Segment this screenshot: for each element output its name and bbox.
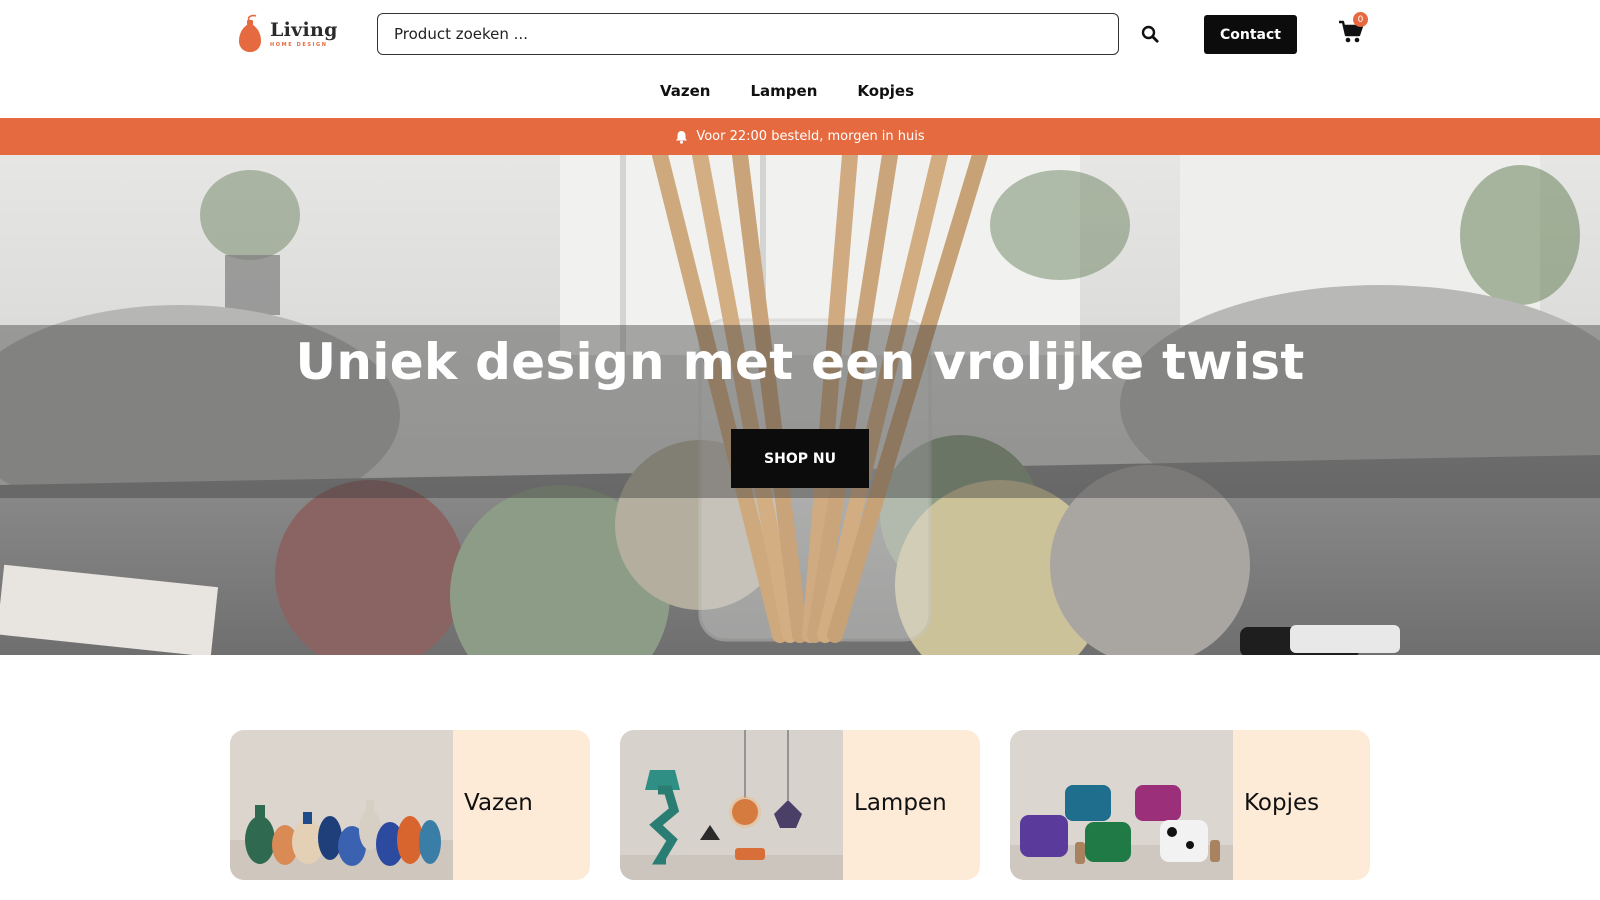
announcement-text: Voor 22:00 besteld, morgen in huis xyxy=(696,129,925,144)
nav-item-lampen[interactable]: Lampen xyxy=(750,82,817,100)
category-card-vazen[interactable]: Vazen xyxy=(230,730,590,880)
search-input[interactable] xyxy=(377,13,1119,55)
cups-photo xyxy=(1010,730,1233,880)
bell-icon xyxy=(675,130,688,144)
site-logo[interactable]: Living HOME DESIGN xyxy=(236,14,348,54)
site-header: Living HOME DESIGN Contact 0 Vazen Lampe… xyxy=(0,0,1600,118)
nav-item-vazen[interactable]: Vazen xyxy=(660,82,711,100)
category-label-lampen: Lampen xyxy=(854,790,947,816)
nav-item-kopjes[interactable]: Kopjes xyxy=(857,82,914,100)
search-button[interactable] xyxy=(1138,22,1162,46)
announcement-bar: Voor 22:00 besteld, morgen in huis xyxy=(0,118,1600,155)
category-label-kopjes: Kopjes xyxy=(1244,790,1320,816)
logo-text: Living HOME DESIGN xyxy=(270,18,338,48)
logo-subtitle: HOME DESIGN xyxy=(270,41,328,48)
vase-logo-icon xyxy=(239,14,261,52)
hero-title: Uniek design met een vrolijke twist xyxy=(295,333,1305,391)
shop-now-button[interactable]: SHOP NU xyxy=(731,429,869,488)
category-card-lampen[interactable]: Lampen xyxy=(620,730,980,880)
category-cards: Vazen Lampen Kopjes xyxy=(230,730,1370,880)
search-icon xyxy=(1141,25,1159,43)
category-label-vazen: Vazen xyxy=(464,790,533,816)
hero-banner: Uniek design met een vrolijke twist SHOP… xyxy=(0,155,1600,655)
cart-count-badge: 0 xyxy=(1353,12,1368,27)
vases-photo xyxy=(230,730,453,880)
category-card-kopjes[interactable]: Kopjes xyxy=(1010,730,1370,880)
main-nav: Vazen Lampen Kopjes xyxy=(0,82,1600,100)
contact-button[interactable]: Contact xyxy=(1204,15,1297,54)
lamps-photo xyxy=(620,730,843,880)
logo-word: Living xyxy=(270,18,338,41)
